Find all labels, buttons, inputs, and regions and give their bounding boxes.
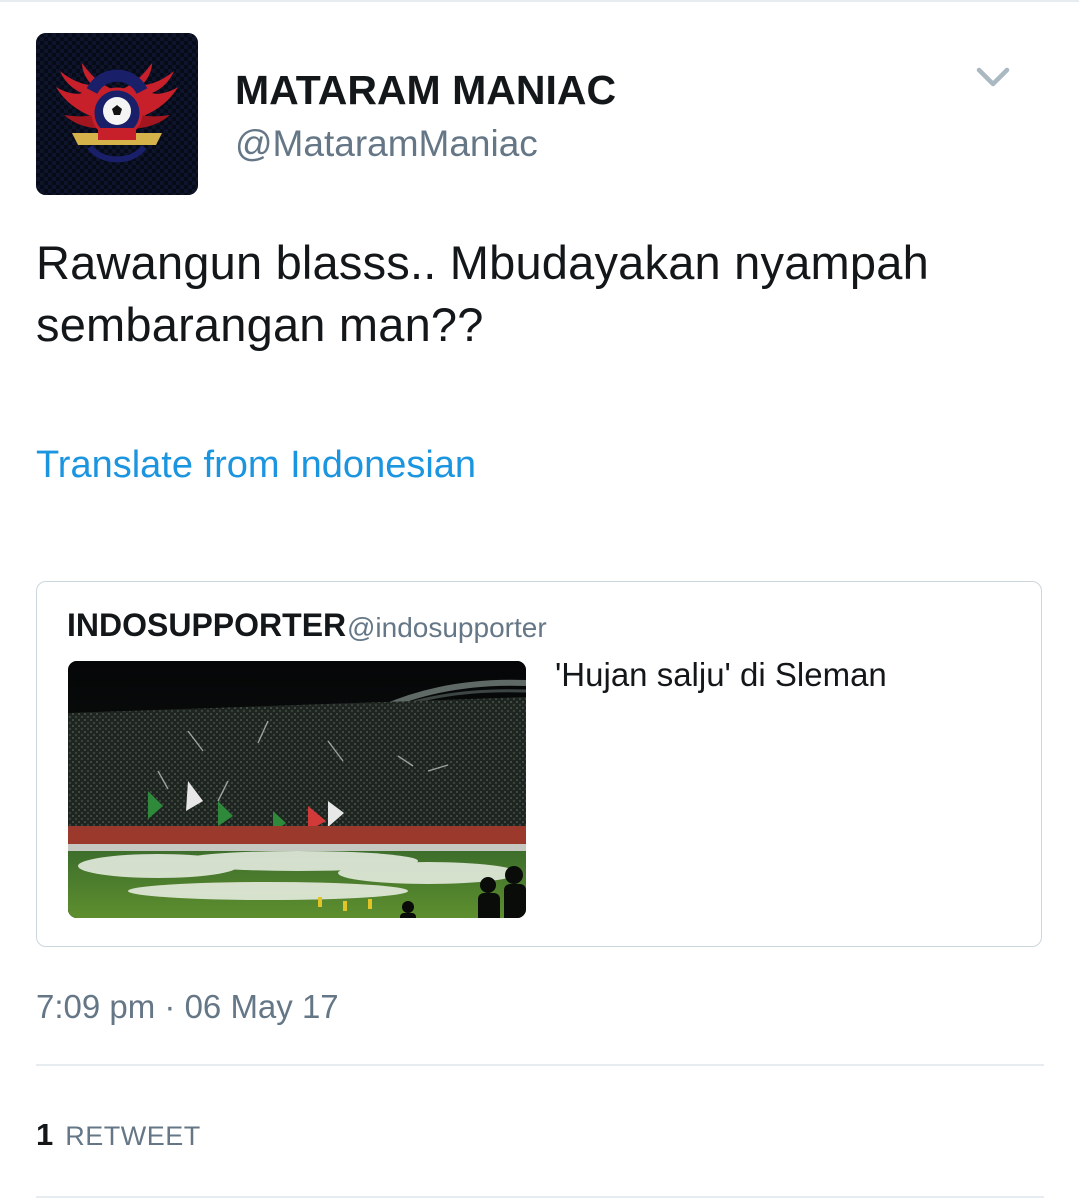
author-avatar[interactable] — [36, 33, 198, 195]
tweet-timestamp[interactable]: 7:09 pm · 06 May 17 — [36, 988, 339, 1026]
quoted-tweet-text: 'Hujan salju' di Sleman — [555, 656, 887, 693]
tweet-menu-button[interactable] — [966, 58, 1020, 98]
author-handle[interactable]: @MataramManiac — [235, 123, 538, 165]
chevron-down-icon — [976, 67, 1010, 87]
stats-divider-bottom — [36, 1196, 1044, 1198]
stats-divider-top — [36, 1064, 1044, 1066]
author-display-name[interactable]: MATARAM MANIAC — [235, 67, 616, 114]
top-divider — [0, 0, 1079, 2]
translate-link[interactable]: Translate from Indonesian — [36, 444, 476, 487]
quoted-tweet-card[interactable]: INDOSUPPORTER @indosupporter 'Hujan salj… — [36, 581, 1042, 947]
psim-logo-icon — [36, 33, 198, 195]
quoted-author-handle: @indosupporter — [347, 612, 547, 643]
quoted-media-image[interactable] — [68, 661, 526, 918]
quoted-author-name: INDOSUPPORTER — [67, 607, 347, 643]
retweet-count: 1 — [36, 1117, 54, 1152]
retweet-label: RETWEET — [65, 1121, 201, 1151]
retweet-stat[interactable]: 1 RETWEET — [36, 1117, 201, 1153]
stadium-photo — [68, 661, 526, 918]
tweet-text: Rawangun blasss.. Mbudayakan nyampah sem… — [36, 236, 929, 351]
